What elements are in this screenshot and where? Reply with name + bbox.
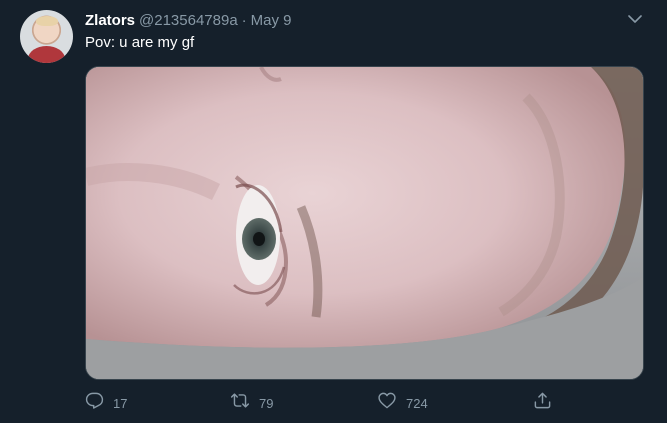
- separator-dot: ·: [241, 12, 247, 29]
- tweet-header: Zlators @213564789a · May 9: [85, 12, 292, 32]
- tweet-text: Pov: u are my gf: [85, 34, 195, 51]
- share-button[interactable]: [533, 392, 552, 414]
- tweet-photo[interactable]: [85, 66, 644, 380]
- heart-icon: [377, 391, 397, 415]
- chevron-down-icon[interactable]: [626, 10, 644, 28]
- author-name[interactable]: Zlators: [85, 12, 135, 29]
- like-count: 724: [406, 395, 428, 411]
- tweet-actions: 17 79 724: [85, 392, 555, 414]
- retweet-button[interactable]: 79: [230, 392, 273, 414]
- avatar-hair: [36, 16, 58, 26]
- retweet-icon: [230, 391, 250, 415]
- reply-count: 17: [113, 395, 128, 411]
- reply-icon: [85, 391, 104, 415]
- tweet[interactable]: Zlators @213564789a · May 9 Pov: u are m…: [0, 0, 667, 423]
- reply-button[interactable]: 17: [85, 392, 127, 414]
- tweet-date[interactable]: May 9: [251, 12, 292, 29]
- avatar[interactable]: [20, 10, 73, 63]
- author-handle[interactable]: @213564789a: [139, 12, 238, 29]
- avatar-shirt: [28, 46, 65, 63]
- retweet-count: 79: [259, 395, 274, 411]
- like-button[interactable]: 724: [377, 392, 428, 414]
- share-icon: [533, 391, 552, 415]
